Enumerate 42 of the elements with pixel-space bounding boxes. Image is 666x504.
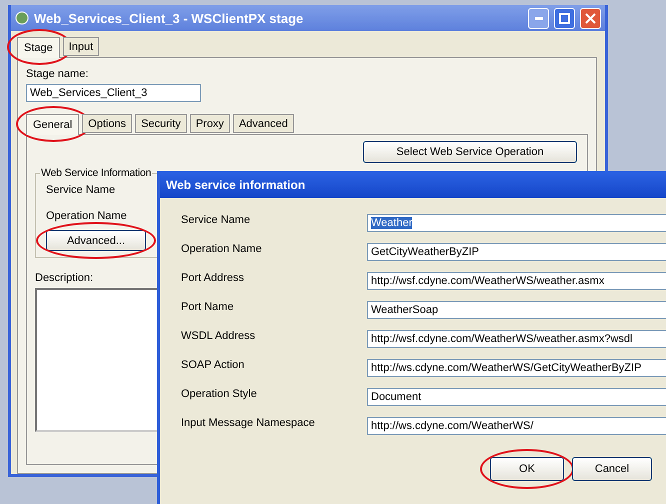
tab[interactable]: Options xyxy=(82,114,132,133)
group-title: Web Service Information xyxy=(40,167,152,179)
tab[interactable]: General xyxy=(26,114,80,135)
field-label: WSDL Address xyxy=(181,330,256,342)
app-icon xyxy=(15,11,29,25)
close-icon xyxy=(585,12,596,24)
tab[interactable]: Advanced xyxy=(232,114,294,133)
text-field[interactable]: Weather xyxy=(367,214,666,232)
tab[interactable]: Proxy xyxy=(190,114,230,133)
text-field[interactable]: GetCityWeatherByZIP xyxy=(367,243,666,261)
close-button[interactable] xyxy=(580,8,601,28)
maximize-button[interactable] xyxy=(554,8,575,28)
dialog-button[interactable]: OK xyxy=(490,457,564,481)
text-field[interactable]: http://ws.cdyne.com/WeatherWS/GetCityWeatherByZIP xyxy=(367,359,666,377)
field-label: Operation Name xyxy=(181,243,263,255)
dialog-title: Web service information xyxy=(166,178,306,192)
minimize-button[interactable] xyxy=(528,8,549,28)
field-label: Stage name: xyxy=(26,68,88,80)
field-label: Description: xyxy=(35,272,94,284)
text-field[interactable]: http://wsf.cdyne.com/WeatherWS/weather.asmx xyxy=(367,272,666,290)
field-label: Service Name xyxy=(46,184,116,196)
stage-name-field[interactable]: Web_Services_Client_3 xyxy=(26,84,201,102)
field-label: Operation Style xyxy=(181,388,258,400)
field-label: Port Address xyxy=(181,272,245,284)
field-label: Operation Name xyxy=(46,210,127,222)
window-title: Web_Services_Client_3 - WSClientPX stage xyxy=(34,10,304,26)
advanced-button[interactable]: Advanced... xyxy=(46,230,146,251)
tab[interactable]: Security xyxy=(135,114,187,133)
tab[interactable]: Input xyxy=(62,37,100,56)
minimize-icon xyxy=(534,16,542,20)
maximize-icon xyxy=(559,12,570,24)
field-label: SOAP Action xyxy=(181,359,246,371)
text-field[interactable]: http://ws.cdyne.com/WeatherWS/ xyxy=(367,417,666,435)
tab[interactable]: Stage xyxy=(17,37,60,58)
field-label: Port Name xyxy=(181,301,235,313)
text-field[interactable]: Document xyxy=(367,388,666,406)
field-label: Input Message Namespace xyxy=(181,417,316,429)
select-operation-button[interactable]: Select Web Service Operation xyxy=(363,141,577,163)
field-label: Service Name xyxy=(181,214,252,226)
text-field[interactable]: WeatherSoap xyxy=(367,301,666,319)
text-field[interactable]: http://wsf.cdyne.com/WeatherWS/weather.asmx?wsdl xyxy=(367,330,666,348)
dialog-button[interactable]: Cancel xyxy=(572,457,652,481)
